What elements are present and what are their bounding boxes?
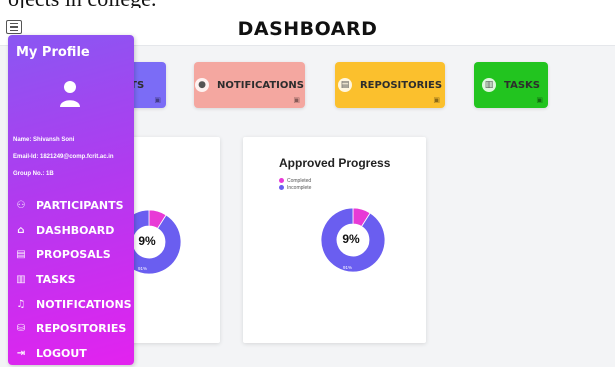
legend-item: Incomplete (279, 184, 311, 191)
approved-progress-panel: Approved Progress Completed Incomplete 9… (243, 137, 426, 343)
slice-label-incomplete: 91% (343, 265, 353, 270)
sidebar-item-logout[interactable]: ⇥ LOGOUT (14, 341, 132, 366)
legend-label: Completed (287, 177, 312, 184)
sidebar-item-participants[interactable]: ⚇ PARTICIPANTS (14, 193, 132, 218)
tasks-card[interactable]: ▥ TASKS ▣ (474, 62, 548, 108)
slice-label-completed: 9% (359, 204, 366, 209)
legend-swatch-completed (279, 178, 284, 183)
chart-legend: Completed Incomplete (279, 177, 311, 191)
chart-title: Approved Progress (279, 156, 391, 170)
database-icon: ▣ (433, 96, 440, 104)
sidebar-item-label: PROPOSALS (36, 248, 111, 262)
sidebar-item-label: NOTIFICATIONS (36, 297, 132, 311)
profile-email: Email-Id: 1821249@comp.fcrit.ac.in (13, 154, 114, 160)
users-icon: ⚇ (16, 199, 26, 211)
logout-icon: ⇥ (16, 347, 26, 359)
sidebar-item-label: REPOSITORIES (36, 322, 127, 336)
sidebar-item-proposals[interactable]: ▤ PROPOSALS (14, 242, 132, 267)
bell-icon: ♫ (16, 298, 26, 310)
repositories-card[interactable]: ▤ REPOSITORIES ▣ (335, 62, 445, 108)
clipboard-icon: ▣ (536, 96, 543, 104)
database-icon: ⛁ (16, 323, 26, 335)
database-icon: ▤ (337, 78, 352, 92)
profile-name: Name: Shivansh Soni (13, 137, 75, 143)
slice-label-completed: 9% (153, 206, 160, 211)
sidebar-nav: ⚇ PARTICIPANTS ⌂ DASHBOARD ▤ PROPOSALS ▥… (14, 193, 132, 366)
users-icon: ▣ (154, 96, 161, 104)
notifications-card-label: NOTIFICATIONS (217, 79, 304, 91)
sidebar-item-tasks[interactable]: ▥ TASKS (14, 267, 132, 292)
sidebar-title: My Profile (16, 45, 90, 60)
sidebar-item-repositories[interactable]: ⛁ REPOSITORIES (14, 316, 132, 341)
sidebar-item-label: DASHBOARD (36, 223, 115, 237)
slice-label-incomplete: 91% (138, 266, 148, 271)
profile-group: Group No.: 1B (13, 171, 54, 177)
tasks-card-label: TASKS (504, 79, 540, 91)
home-icon: ⌂ (17, 224, 25, 236)
document-icon: ▤ (16, 249, 26, 261)
sidebar-item-dashboard[interactable]: ⌂ DASHBOARD (14, 218, 132, 243)
sidebar-item-label: TASKS (36, 272, 76, 286)
notifications-card[interactable]: ● NOTIFICATIONS ▣ (194, 62, 305, 108)
repositories-card-label: REPOSITORIES (359, 79, 443, 91)
user-avatar-icon (60, 81, 80, 107)
donut-center-label: 9% (342, 232, 360, 246)
sidebar-item-label: LOGOUT (36, 346, 87, 360)
bell-icon: ● (195, 78, 210, 92)
sidebar-item-notifications[interactable]: ♫ NOTIFICATIONS (14, 292, 132, 317)
clipboard-icon: ▥ (16, 273, 26, 285)
clipboard-icon: ▥ (482, 78, 497, 92)
profile-sidebar: My Profile Name: Shivansh Soni Email-Id:… (8, 35, 134, 365)
bell-icon: ▣ (293, 96, 300, 104)
legend-item: Completed (279, 177, 311, 184)
sidebar-item-label: PARTICIPANTS (36, 198, 124, 212)
legend-swatch-incomplete (279, 185, 284, 190)
legend-label: Incomplete (287, 184, 312, 191)
